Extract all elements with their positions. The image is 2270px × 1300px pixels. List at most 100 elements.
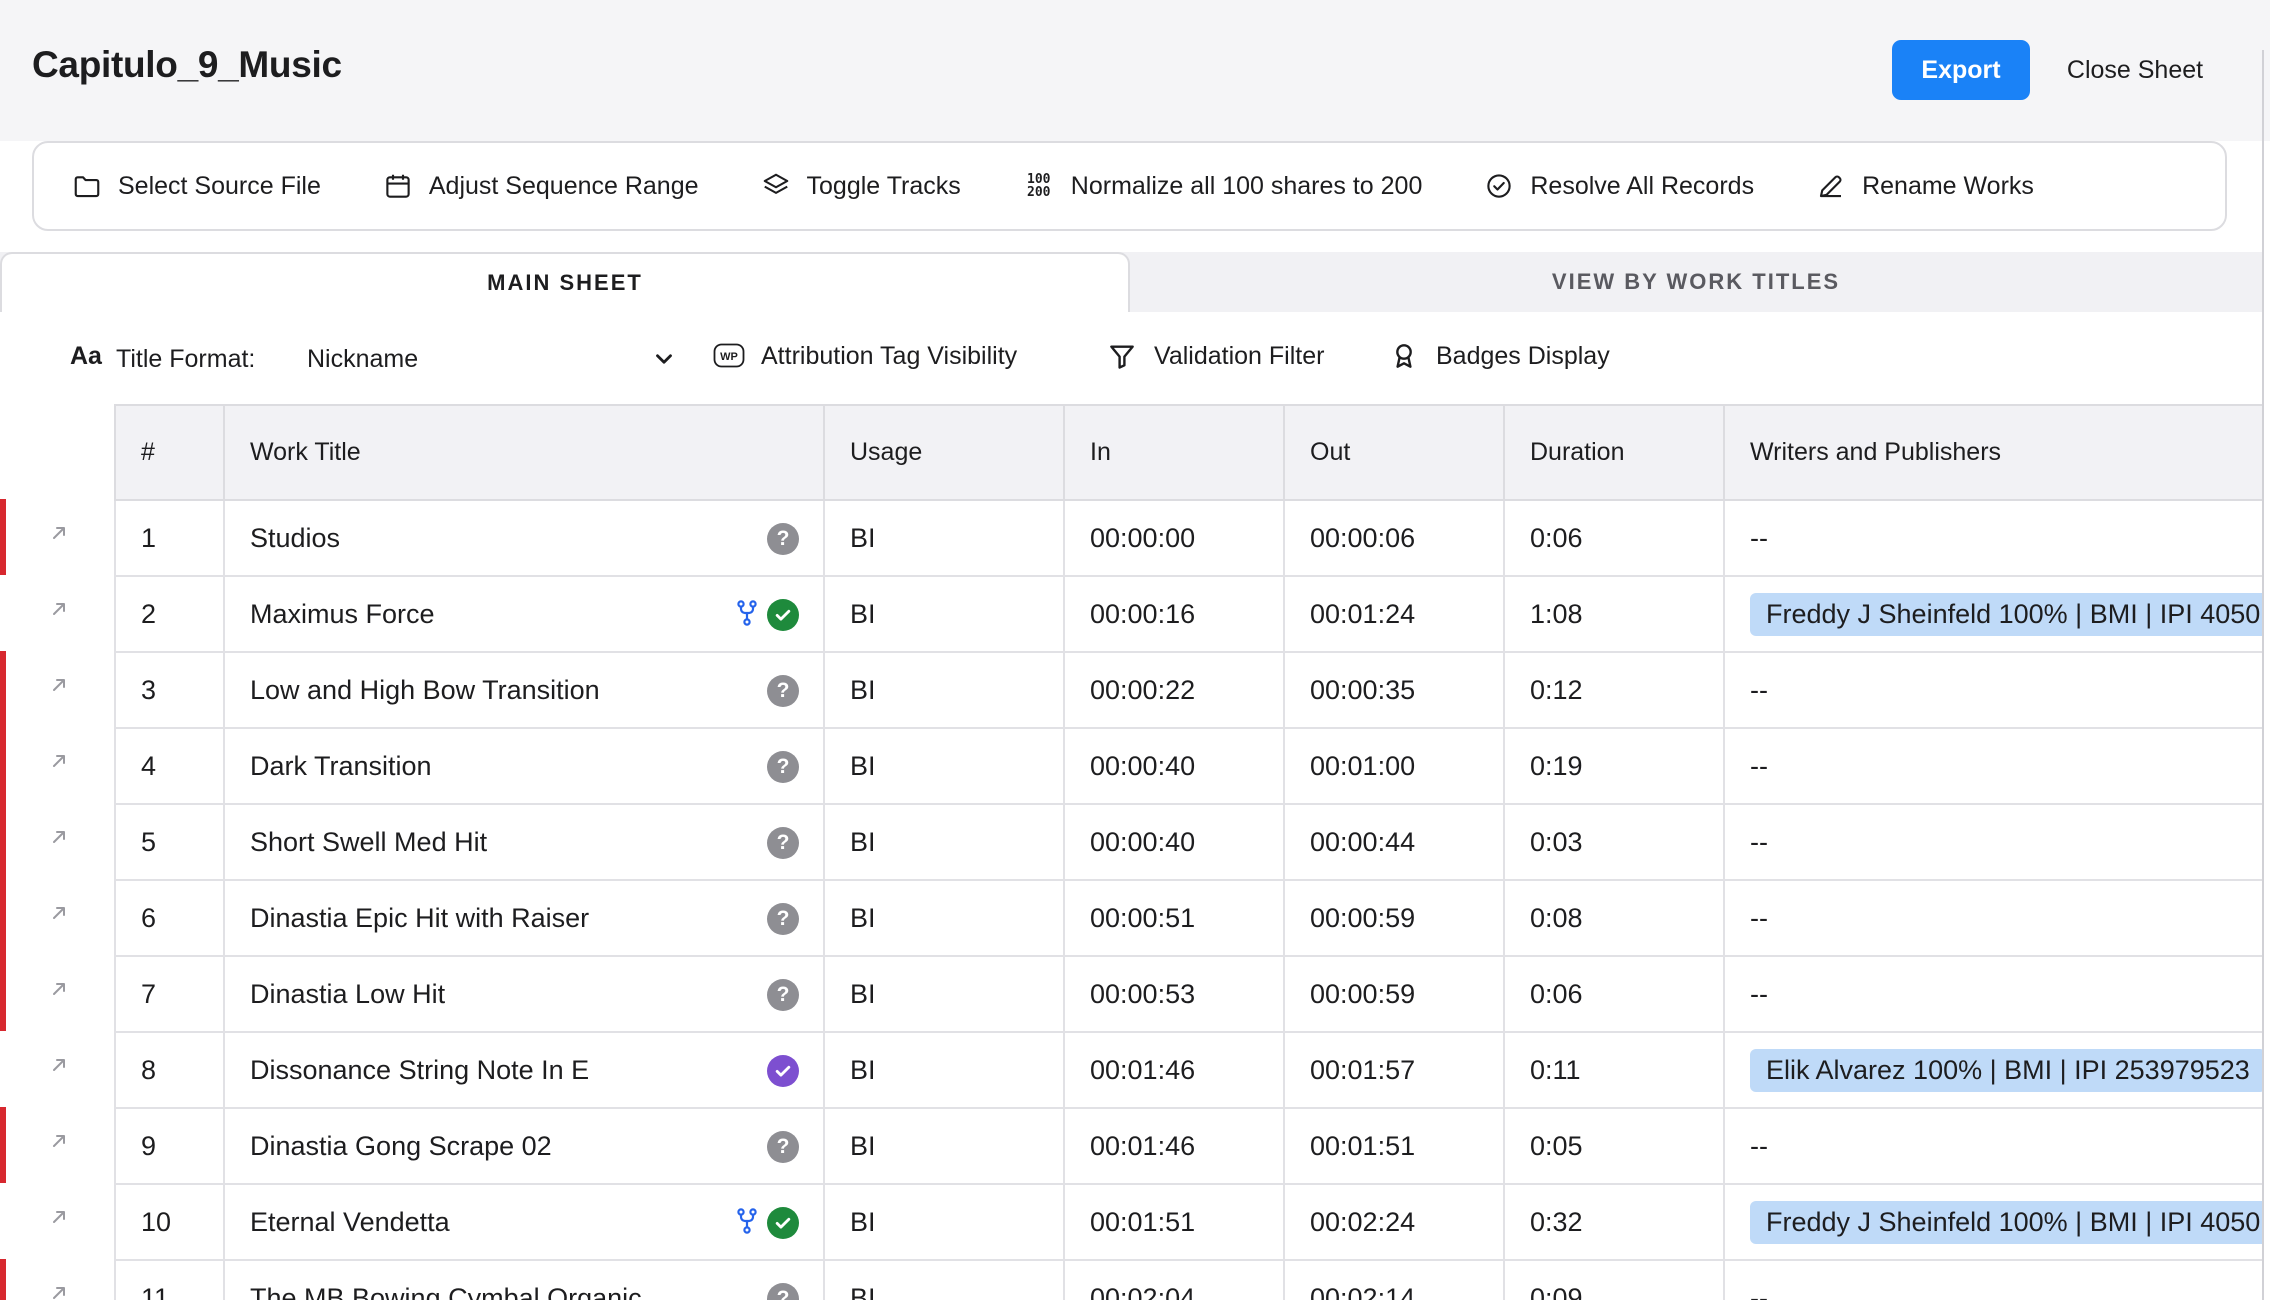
writer-publisher-tag[interactable]: Freddy J Sheinfeld 100% | BMI | IPI 4050: [1750, 592, 2262, 636]
row-number: 6: [114, 879, 225, 957]
question-status-icon[interactable]: ?: [767, 675, 799, 707]
open-row-arrow-icon[interactable]: [49, 523, 69, 543]
writers-publishers-cell: Freddy J Sheinfeld 100% | BMI | IPI 4050: [1723, 575, 2262, 653]
column-header-in[interactable]: In: [1063, 404, 1285, 501]
open-row-arrow-icon[interactable]: [49, 903, 69, 923]
check-status-icon[interactable]: [767, 599, 799, 631]
cue-sheet-table: # Work Title Usage In Out Duration Write…: [114, 404, 2262, 1300]
column-header-out[interactable]: Out: [1283, 404, 1505, 501]
in-time-cell: 00:00:00: [1063, 499, 1285, 577]
work-title: Studios: [250, 522, 341, 553]
usage-cell: BI: [823, 1183, 1065, 1261]
table-row[interactable]: 3 Low and High Bow Transition? BI 00:00:22 0…: [114, 651, 2262, 729]
work-title-cell: Dark Transition?: [223, 727, 825, 805]
table-row[interactable]: 1 Studios? BI 00:00:00 00:00:06 0:06 --: [114, 499, 2262, 577]
usage-cell: BI: [823, 575, 1065, 653]
row-gutter-cell: [0, 1259, 114, 1300]
open-row-arrow-icon[interactable]: [49, 675, 69, 695]
duration-cell: 0:06: [1503, 955, 1725, 1033]
table-row[interactable]: 2 Maximus Force BI 00:00:16 00:01:24 1:08 Fred…: [114, 575, 2262, 653]
question-status-icon[interactable]: ?: [767, 827, 799, 859]
duration-cell: 0:12: [1503, 651, 1725, 729]
in-time-cell: 00:00:53: [1063, 955, 1285, 1033]
column-header-number[interactable]: #: [114, 404, 225, 501]
question-status-icon[interactable]: ?: [767, 979, 799, 1011]
open-row-arrow-icon[interactable]: [49, 1283, 69, 1300]
row-number: 10: [114, 1183, 225, 1261]
writers-publishers-cell: --: [1723, 727, 2262, 805]
table-row[interactable]: 10 Eternal Vendetta BI 00:01:51 00:02:24 0:32…: [114, 1183, 2262, 1261]
in-time-cell: 00:00:16: [1063, 575, 1285, 653]
check-status-icon[interactable]: [767, 1207, 799, 1239]
rename-works-button[interactable]: Rename Works: [1816, 171, 2034, 201]
column-header-work-title[interactable]: Work Title: [223, 404, 825, 501]
table-row[interactable]: 4 Dark Transition? BI 00:00:40 00:01:00 0:19-…: [114, 727, 2262, 805]
fork-icon: [737, 600, 757, 626]
in-time-cell: 00:00:51: [1063, 879, 1285, 957]
writers-publishers-cell: --: [1723, 651, 2262, 729]
open-row-arrow-icon[interactable]: [49, 599, 69, 619]
row-gutter-cell: [0, 727, 114, 803]
writers-publishers-cell: Elik Alvarez 100% | BMI | IPI 253979523: [1723, 1031, 2262, 1109]
duration-cell: 0:32: [1503, 1183, 1725, 1261]
row-gutter-cell: [0, 1031, 114, 1107]
duration-cell: 0:05: [1503, 1107, 1725, 1185]
duration-cell: 0:03: [1503, 803, 1725, 881]
duration-cell: 1:08: [1503, 575, 1725, 653]
out-time-cell: 00:01:24: [1283, 575, 1505, 653]
table-row[interactable]: 6 Dinastia Epic Hit with Raiser? BI 00:00:5…: [114, 879, 2262, 957]
question-status-icon[interactable]: ?: [767, 751, 799, 783]
row-number: 8: [114, 1031, 225, 1109]
layers-icon: [763, 173, 788, 194]
open-row-arrow-icon[interactable]: [49, 827, 69, 847]
close-sheet-button[interactable]: Close Sheet: [2045, 40, 2225, 100]
open-row-arrow-icon[interactable]: [49, 751, 69, 771]
in-time-cell: 00:02:04: [1063, 1259, 1285, 1300]
writer-publisher-tag[interactable]: Elik Alvarez 100% | BMI | IPI 253979523: [1750, 1048, 2262, 1092]
tab-main-sheet[interactable]: MAIN SHEET: [0, 252, 1130, 312]
open-row-arrow-icon[interactable]: [49, 1131, 69, 1151]
question-status-icon[interactable]: ?: [767, 903, 799, 935]
resolve-all-records-button[interactable]: Resolve All Records: [1484, 171, 1754, 201]
toggle-tracks-button[interactable]: Toggle Tracks: [761, 171, 961, 201]
open-row-arrow-icon[interactable]: [49, 979, 69, 999]
adjust-sequence-range-button[interactable]: Adjust Sequence Range: [383, 171, 699, 201]
column-header-duration[interactable]: Duration: [1503, 404, 1725, 501]
table-row[interactable]: 11 The MB Bowing Cymbal Organic? BI 00:02:0…: [114, 1259, 2262, 1300]
table-row[interactable]: 9 Dinastia Gong Scrape 02? BI 00:01:46 00:01…: [114, 1107, 2262, 1185]
table-row[interactable]: 5 Short Swell Med Hit? BI 00:00:40 00:00:44 0…: [114, 803, 2262, 881]
normalize-shares-button[interactable]: 100 200 Normalize all 100 shares to 200: [1023, 171, 1423, 201]
question-status-icon[interactable]: ?: [767, 523, 799, 555]
select-source-file-button[interactable]: Select Source File: [72, 171, 321, 201]
column-header-writers-publishers[interactable]: Writers and Publishers: [1723, 404, 2262, 501]
table-row[interactable]: 7 Dinastia Low Hit? BI 00:00:53 00:00:59 0:06…: [114, 955, 2262, 1033]
rename-works-label: Rename Works: [1862, 171, 2034, 200]
open-row-arrow-icon[interactable]: [49, 1207, 69, 1227]
table-row[interactable]: 8 Dissonance String Note In E BI 00:01:46 00…: [114, 1031, 2262, 1109]
question-status-icon[interactable]: ?: [767, 1131, 799, 1163]
normalize-shares-label: Normalize all 100 shares to 200: [1070, 171, 1423, 200]
row-gutter-cell: [0, 1183, 114, 1259]
open-row-arrow-icon[interactable]: [49, 1055, 69, 1075]
tab-view-by-work-titles[interactable]: VIEW BY WORK TITLES: [1130, 252, 2262, 312]
work-title-cell: Dinastia Gong Scrape 02?: [223, 1107, 825, 1185]
usage-cell: BI: [823, 1031, 1065, 1109]
writers-empty: --: [1750, 522, 1768, 553]
question-status-icon[interactable]: ?: [767, 1283, 799, 1300]
attribution-tag-visibility-button[interactable]: WP Attribution Tag Visibility: [713, 340, 1017, 372]
validation-filter-button[interactable]: Validation Filter: [1106, 340, 1324, 372]
check-circle-icon: [1487, 174, 1512, 198]
in-time-cell: 00:01:46: [1063, 1107, 1285, 1185]
writer-publisher-tag[interactable]: Freddy J Sheinfeld 100% | BMI | IPI 4050: [1750, 1200, 2262, 1244]
title-format-select[interactable]: Nickname: [307, 336, 677, 382]
table-header-row: # Work Title Usage In Out Duration Write…: [114, 404, 2262, 501]
right-edge-divider: [2262, 50, 2270, 1300]
badges-display-button[interactable]: Badges Display: [1388, 340, 1610, 372]
column-header-usage[interactable]: Usage: [823, 404, 1065, 501]
export-button[interactable]: Export: [1892, 40, 2030, 100]
writers-publishers-cell: --: [1723, 499, 2262, 577]
verified-status-icon[interactable]: [767, 1055, 799, 1087]
work-title-cell: Dinastia Low Hit?: [223, 955, 825, 1033]
app-header: Capitulo_9_Music Export Close Sheet: [0, 0, 2270, 141]
in-time-cell: 00:01:51: [1063, 1183, 1285, 1261]
